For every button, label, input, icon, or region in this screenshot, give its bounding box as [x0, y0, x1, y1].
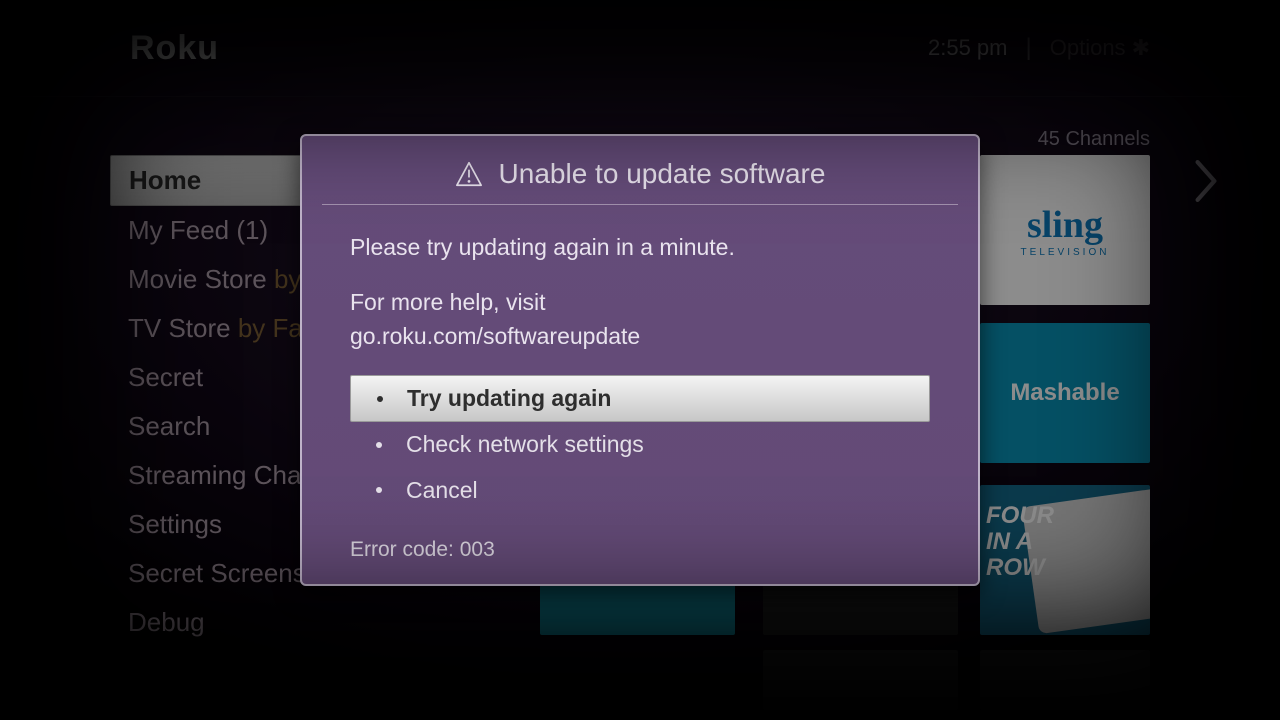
error-dialog: Unable to update software Please try upd… [300, 134, 980, 586]
dialog-header: Unable to update software [350, 136, 930, 204]
bullet-icon [377, 396, 383, 402]
warning-icon [455, 161, 483, 187]
screen: Roku 2:55 pm | Options ✱ 45 Channels Hom… [0, 0, 1280, 720]
bullet-icon [376, 487, 382, 493]
error-code: Error code: 003 [350, 535, 930, 565]
dialog-title: Unable to update software [499, 158, 826, 190]
dialog-text: For more help, visit go.roku.com/softwar… [350, 286, 930, 353]
bullet-icon [376, 442, 382, 448]
dialog-body: Please try updating again in a minute. F… [350, 205, 930, 566]
option-label: Cancel [406, 474, 478, 507]
dialog-text: Please try updating again in a minute. [350, 231, 930, 264]
option-check-network[interactable]: Check network settings [350, 422, 930, 467]
option-try-again[interactable]: Try updating again [350, 375, 930, 422]
option-label: Check network settings [406, 428, 644, 461]
dialog-text-line: For more help, visit [350, 289, 546, 315]
dialog-text-line: go.roku.com/softwareupdate [350, 323, 640, 349]
option-cancel[interactable]: Cancel [350, 468, 930, 513]
option-label: Try updating again [407, 382, 611, 415]
dialog-options: Try updating again Check network setting… [350, 375, 930, 513]
